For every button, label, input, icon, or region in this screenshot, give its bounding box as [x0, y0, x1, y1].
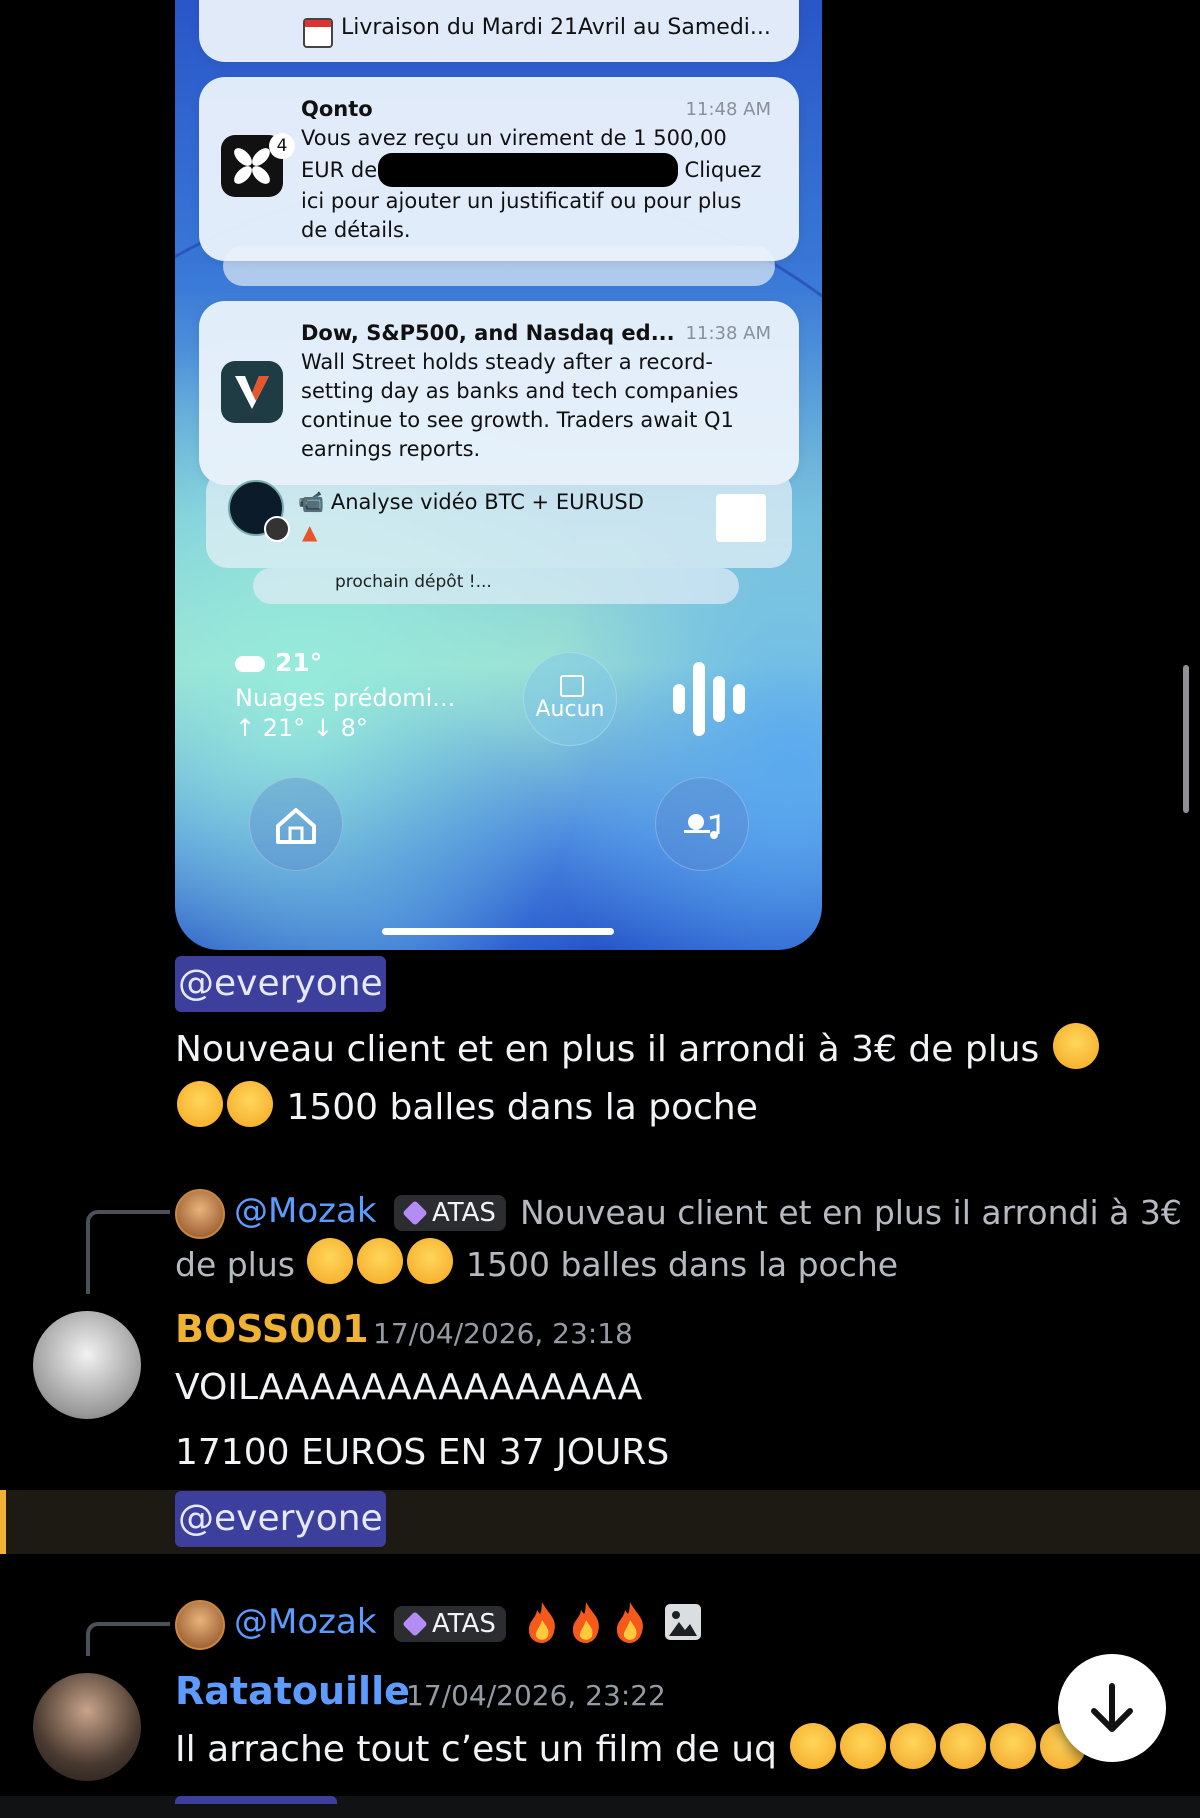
home-indicator[interactable] [382, 928, 614, 935]
fire-icon [572, 1602, 599, 1643]
fire-icon [616, 1602, 643, 1643]
boss001-avatar[interactable] [33, 1311, 141, 1419]
mozak-avatar[interactable] [175, 1189, 225, 1239]
everyone-mention[interactable]: @everyone [175, 956, 386, 1012]
message-1-mention-line: @everyone [175, 956, 386, 1012]
chart-thumbnail [716, 494, 766, 542]
news-notification[interactable]: Dow, S&P500, and Nasdaq ed... 11:38 AM W… [199, 301, 799, 485]
message-2-mention-line: @everyone [175, 1491, 386, 1547]
rofl-emoji [307, 1238, 354, 1284]
delivery-notification-text: Livraison du Mardi 21Avril au Samedi... [341, 15, 771, 40]
mozak-avatar[interactable] [175, 1600, 225, 1650]
mic-icon [673, 662, 745, 736]
jump-to-latest-button[interactable] [1058, 1654, 1166, 1762]
atas-role-badge: ATAS [394, 1606, 506, 1642]
rofl-emoji [407, 1238, 454, 1284]
message-2-line1: VOILAAAAAAAAAAAAAAA [175, 1367, 643, 1408]
calendar-widget-label: Aucun [535, 697, 605, 722]
message-1-text-line2: 1500 balles dans la poche [175, 1080, 758, 1136]
fire-icon: ▲ [302, 520, 318, 544]
money-mouth-emoji [890, 1723, 937, 1769]
vanguard-icon [221, 361, 283, 423]
sleep-music-button[interactable] [655, 777, 749, 871]
arrow-down-icon [1091, 1683, 1133, 1732]
qonto-title: Qonto [301, 97, 373, 121]
cloud-icon [235, 656, 265, 672]
weather-condition: Nuages prédomi... [235, 684, 456, 712]
home-icon [276, 808, 316, 844]
reply-author[interactable]: @Mozak [234, 1191, 377, 1231]
news-body: Wall Street holds steady after a record-… [301, 350, 739, 461]
reply-preview-line1[interactable]: Nouveau client et en plus il arrondi à 3… [520, 1189, 1182, 1237]
money-mouth-emoji [990, 1723, 1037, 1769]
weather-temp: 21° [275, 648, 323, 677]
message-2-timestamp: 17/04/2026, 23:18 [373, 1317, 633, 1350]
calendar-icon [303, 18, 333, 48]
home-button[interactable] [249, 777, 343, 871]
mention-highlight-bar [0, 1490, 6, 1554]
embedded-phone-screenshot[interactable]: Livraison du Mardi 21Avril au Samedi... … [175, 0, 822, 950]
message-2-line2: 17100 EUROS EN 37 JOURS [175, 1432, 670, 1473]
news-title: Dow, S&P500, and Nasdaq ed... [301, 321, 675, 345]
atas-role-badge: ATAS [394, 1195, 506, 1231]
news-time: 11:38 AM [685, 323, 771, 344]
reply-preview-fires[interactable] [520, 1600, 703, 1644]
qonto-notification[interactable]: 4 Qonto 11:48 AM Vous avez reçu un virem… [199, 77, 799, 261]
scrollbar-thumb[interactable] [1183, 665, 1189, 813]
weather-range: ↑ 21° ↓ 8° [235, 714, 368, 742]
partial-mention [175, 1796, 337, 1804]
telegram-notification[interactable]: 📹 Analyse vidéo BTC + EURUSD ▲ [206, 470, 792, 568]
qonto-badge: 4 [269, 133, 295, 159]
ratatouille-username[interactable]: Ratatouille [175, 1669, 410, 1713]
message-3-timestamp: 17/04/2026, 23:22 [406, 1679, 666, 1712]
sun-music-icon [684, 814, 720, 839]
image-icon [665, 1604, 702, 1640]
telegram-notification-back: prochain dépôt !... [253, 568, 739, 604]
qonto-time: 11:48 AM [685, 99, 771, 120]
calendar-widget[interactable]: Aucun [523, 652, 617, 746]
message-3-text: Il arrache tout c’est un film de uq [175, 1722, 1135, 1778]
message-1-text: Nouveau client et en plus il arrondi à 3… [175, 1022, 1165, 1078]
fire-icon [528, 1602, 555, 1643]
telegram-text: 📹 Analyse vidéo BTC + EURUSD [298, 490, 644, 514]
rofl-emoji [790, 1723, 837, 1769]
reply-preview-line2[interactable]: de plus 1500 balles dans la poche [175, 1238, 898, 1289]
telegram-icon [264, 516, 290, 542]
boss001-username[interactable]: BOSS001 [175, 1307, 369, 1351]
rofl-emoji [1052, 1023, 1099, 1069]
redaction-scribble [377, 153, 678, 187]
reply-connector [86, 1622, 170, 1656]
qonto-body: Vous avez reçu un virement de 1 500,00 E… [301, 126, 762, 242]
reply-connector [86, 1210, 170, 1294]
rofl-emoji [357, 1238, 404, 1284]
ratatouille-avatar[interactable] [33, 1673, 141, 1781]
rofl-emoji [840, 1723, 887, 1769]
reply-author[interactable]: @Mozak [234, 1602, 377, 1642]
everyone-mention[interactable]: @everyone [175, 1491, 386, 1547]
composer-edge [0, 1796, 1200, 1818]
delivery-notification[interactable]: Livraison du Mardi 21Avril au Samedi... [199, 0, 799, 62]
rofl-emoji [227, 1081, 273, 1127]
money-mouth-emoji [940, 1723, 987, 1769]
rofl-emoji [177, 1081, 223, 1127]
calendar-icon [560, 675, 584, 697]
